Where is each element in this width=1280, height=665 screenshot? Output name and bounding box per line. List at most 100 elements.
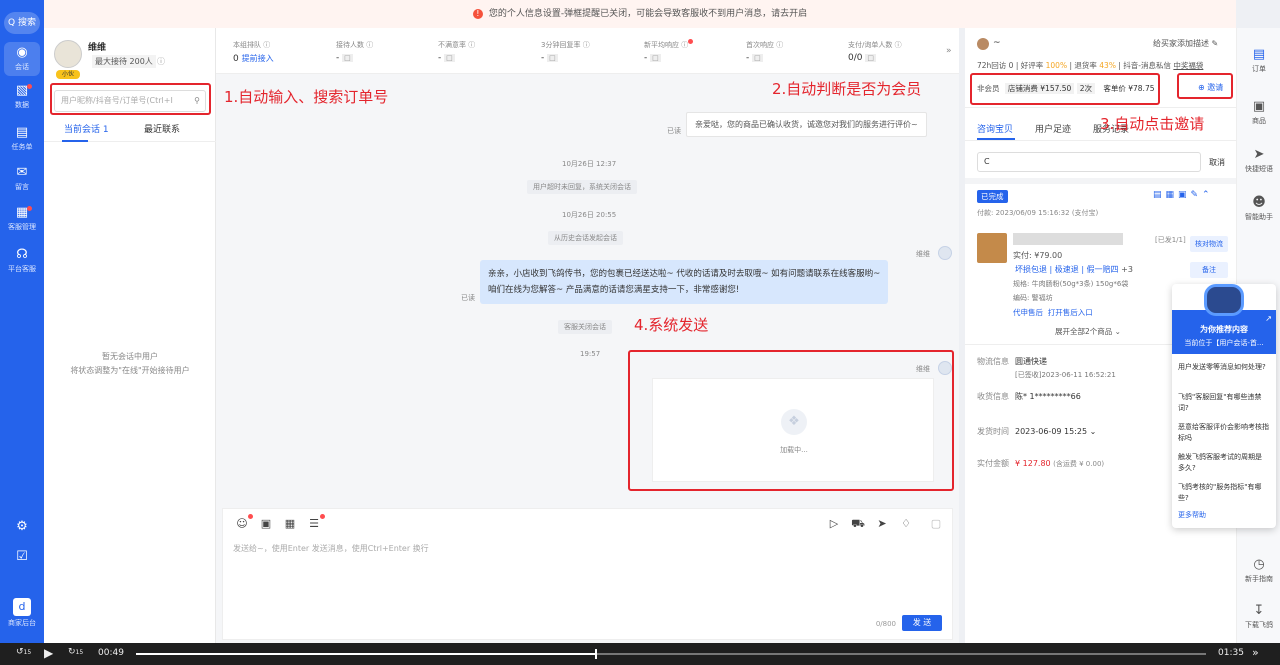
ship-count: [已发1/1] <box>1155 236 1186 244</box>
system-message: 客服关闭会话 <box>558 320 612 334</box>
customer-avatar <box>977 38 989 50</box>
annotation-1: 1.自动输入、搜索订单号 <box>224 88 389 106</box>
settings-shortcut[interactable]: ⚙ <box>0 520 44 536</box>
product-thumbnail[interactable] <box>977 233 1007 263</box>
global-search-button[interactable]: Q 搜索 <box>4 12 40 34</box>
order-status-badge: 已完成 <box>977 190 1008 203</box>
faq-item[interactable]: 飞鸽"客服回复"有哪些违禁词? <box>1178 392 1270 414</box>
add-description-link[interactable]: 给买家添加描述 ✎ <box>1153 38 1218 49</box>
cancel-search-button[interactable]: 取消 <box>1209 157 1225 168</box>
mini-badge: □ <box>650 54 661 62</box>
logistics-info: 物流信息 圆通快递 <box>977 357 1047 366</box>
early-access-link[interactable]: 提前接入 <box>242 54 274 63</box>
send-button[interactable]: 发 送 <box>902 615 942 631</box>
send-plane-icon[interactable]: ➤ <box>875 517 889 531</box>
info-icon: ⓘ <box>894 41 902 49</box>
tab-recent-contacts[interactable]: 最近联系 <box>144 122 180 135</box>
coupon-icon[interactable]: ♢ <box>899 517 913 531</box>
order-tools[interactable]: ▤▦▣✎⌃ <box>1153 190 1214 200</box>
char-counter: 0/800 <box>875 620 896 628</box>
tab-user-footprint[interactable]: 用户足迹 <box>1035 122 1071 135</box>
layers-icon[interactable]: ☰ <box>307 517 321 531</box>
progress-bar[interactable] <box>136 653 1206 655</box>
mini-badge: □ <box>547 54 558 62</box>
robot-icon: ☻ <box>1252 195 1266 210</box>
logo-icon: d <box>13 598 31 616</box>
rail-goods[interactable]: ▣ 商品 <box>1237 100 1280 126</box>
active-tab-indicator <box>62 140 88 142</box>
progress-knob[interactable] <box>595 649 598 659</box>
expand-products-link[interactable]: 展开全部2个商品 ⌄ <box>1055 326 1121 337</box>
stat-3min-reply: 3分钟回复率 ⓘ - □ <box>541 41 590 63</box>
mini-badge: □ <box>444 54 455 62</box>
ship-time: 发货时间 2023-06-09 15:25 ⌄ <box>977 427 1097 436</box>
nav-chat[interactable]: ◉ 会话 <box>4 42 40 76</box>
annotation-box-card <box>628 350 954 491</box>
agent-avatar[interactable] <box>54 40 82 68</box>
annotation-2: 2.自动判断是否为会员 <box>772 80 922 98</box>
message-input[interactable]: 发送给~，使用Enter 发送消息，使用Ctrl+Enter 换行 <box>233 543 429 554</box>
product-title-redacted <box>1013 233 1123 245</box>
checklist-shortcut[interactable]: ☑ <box>0 550 44 566</box>
help-icon[interactable]: ⓘ <box>157 56 165 67</box>
image-icon[interactable]: ▣ <box>259 517 273 531</box>
screenshot-icon[interactable]: ▢ <box>929 517 943 531</box>
rail-guide[interactable]: ◷ 新手指南 <box>1237 558 1280 584</box>
car-icon[interactable]: ⛟ <box>851 517 865 531</box>
paid-amount: 实付: ¥79.00 <box>1013 251 1063 260</box>
product-spec: 规格: 牛肉肠粉(50g*3条) 150g*6袋 <box>1013 280 1129 288</box>
product-search-input[interactable]: C <box>977 152 1201 172</box>
after-sales-links[interactable]: 代申售后 打开售后入口 <box>1013 307 1093 318</box>
rail-download[interactable]: ↧ 下载飞鸽 <box>1237 604 1280 630</box>
rail-smart-assistant[interactable]: ☻ 智能助手 <box>1237 196 1280 222</box>
nav-platform-service[interactable]: ☊ 平台客服 <box>0 248 44 274</box>
expand-icon[interactable]: ↗ <box>1265 314 1272 323</box>
tab-current-conversations[interactable]: 当前会话 1 <box>64 122 109 135</box>
agent-small-avatar <box>938 246 952 260</box>
emoji-icon[interactable]: ☺ <box>235 517 249 531</box>
calendar-icon[interactable]: ▦ <box>283 517 297 531</box>
faq-item[interactable]: 飞鸽考核的"服务指标"有哪些? <box>1178 482 1270 504</box>
chat-panel: 本组排队 ⓘ 0 提前接入 接待人数 ⓘ - □ 不满意率 ⓘ - □ 3分钟回… <box>216 28 959 643</box>
current-time: 00:49 <box>98 648 124 658</box>
message-editor: ☺ ▣ ▦ ☰ ▷ ⛟ ➤ ♢ ▢ 发送给~，使用Enter 发送消息，使用Ct… <box>222 508 953 640</box>
read-status: 已读 <box>461 294 475 302</box>
video-icon[interactable]: ▷ <box>827 517 841 531</box>
product-code: 编码: 警福坊 <box>1013 294 1053 302</box>
download-icon: ↧ <box>1253 603 1265 618</box>
service-tags: 坏损包退 | 极速退 | 假一赔四 +3 <box>1015 265 1133 274</box>
fast-forward-icon[interactable]: » <box>1252 646 1259 659</box>
message-bubble: 亲爱哒，您的商品已确认收货，诚邀您对我们的服务进行评价~ <box>686 112 927 137</box>
faq-item[interactable]: 用户发送零等消息如何处理? <box>1178 362 1270 373</box>
more-help-link[interactable]: 更多帮助 <box>1178 510 1270 521</box>
paid-total: 实付金额 ¥ 127.80 (含运费 ¥ 0.00) <box>977 459 1105 468</box>
checklist-icon: ☑ <box>16 549 28 564</box>
popup-header: 为你推荐内容 当前位于【用户会话-首... <box>1172 310 1276 354</box>
remark-button[interactable]: 备注 <box>1190 262 1228 278</box>
stat-dissatisfaction: 不满意率 ⓘ - □ <box>438 41 476 63</box>
annotation-3: 3.自动点击邀请 <box>1100 115 1205 133</box>
chevron-right-icon[interactable]: » <box>946 46 952 56</box>
logistics-status: [已签收]2023-06-11 16:52:21 <box>1015 371 1116 379</box>
order-icon: ▤ <box>1252 47 1266 62</box>
verify-logistics-button[interactable]: 核对物流 <box>1190 236 1228 252</box>
nav-task[interactable]: ▤ 任务单 <box>0 126 44 152</box>
skip-back-icon[interactable]: ↺15 <box>16 647 31 657</box>
faq-item[interactable]: 恶意给客服评价会影响考核指标吗 <box>1178 422 1270 444</box>
skip-forward-icon[interactable]: ↻15 <box>68 647 83 657</box>
info-icon: ⓘ <box>366 41 374 49</box>
edit-icon: ✎ <box>1211 39 1219 48</box>
nav-service-manage[interactable]: ▦ 客服管理 <box>0 206 44 232</box>
nav-data[interactable]: ▧ 数据 <box>0 84 44 110</box>
mini-badge: □ <box>752 54 763 62</box>
faq-item[interactable]: 触发飞鸽客服考试的周期是 多久? <box>1178 452 1270 474</box>
lucky-bag-link[interactable]: 中奖福袋 <box>1173 61 1203 70</box>
merchant-backend-link[interactable]: d 商家后台 <box>0 598 44 628</box>
tab-consult-product[interactable]: 咨询宝贝 <box>977 122 1013 135</box>
play-icon[interactable]: ▶ <box>44 646 53 660</box>
rail-quick-phrases[interactable]: ➤ 快捷短语 <box>1237 148 1280 174</box>
customer-metrics: 72h回访 0 | 好评率 100% | 退货率 43% | 抖音-消息私信 中… <box>977 61 1204 70</box>
info-icon: ⓘ <box>263 41 271 49</box>
rail-order[interactable]: ▤ 订单 <box>1237 48 1280 74</box>
nav-message[interactable]: ✉ 留言 <box>0 166 44 192</box>
